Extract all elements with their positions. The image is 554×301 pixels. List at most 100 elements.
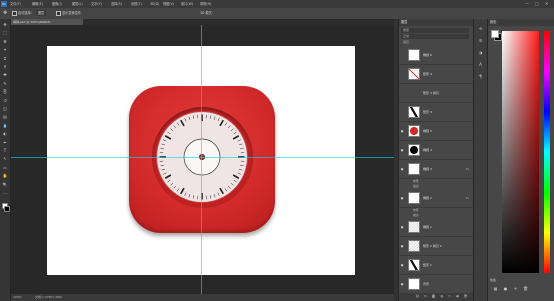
color-picker-field[interactable] [502,31,539,273]
new-layer-icon[interactable]: ▣ [455,294,460,299]
mask-icon[interactable]: ◙ [431,294,436,299]
properties-icon[interactable]: ☰ [477,37,484,44]
eyedropper-icon[interactable]: ⚲ [2,64,8,70]
eye-icon[interactable] [400,110,404,114]
layer-row[interactable]: 椭圆 6 [399,46,473,65]
eye-icon[interactable] [400,72,404,76]
eye-icon[interactable]: ● [400,167,404,171]
adjust-icon[interactable]: ◑ [439,294,444,299]
layer-name[interactable]: 矩形 1 [423,263,432,267]
layer-name[interactable]: 矩形 2 拷贝 2 [423,244,442,248]
layer-row[interactable]: 矩形 3 [399,103,473,122]
eye-icon[interactable]: ● [400,148,404,152]
circle-icon[interactable]: ● [502,285,509,292]
path-select-icon[interactable]: ↖ [2,156,8,162]
close-button[interactable]: ✕ [545,1,548,7]
layer-row[interactable]: ● 椭圆 3 fx [399,160,473,179]
layer-name[interactable]: 椭圆 2 [423,196,432,200]
more-icon[interactable]: … [2,190,8,196]
eye-icon[interactable]: ● [400,129,404,133]
magic-wand-icon[interactable]: ✦ [2,47,8,53]
crop-icon[interactable]: ⌗ [2,56,8,62]
gradient-icon[interactable]: ▤ [2,114,8,120]
menu-view[interactable]: 视图(V) [163,1,174,7]
menu-window[interactable]: 窗口(W) [181,1,193,7]
layer-name[interactable]: 矩形 3 [423,110,432,114]
layer-name[interactable]: 椭圆 6 [423,53,432,57]
guide-vertical[interactable] [201,25,202,294]
maximize-button[interactable]: □ [535,1,539,7]
eye-icon[interactable]: ● [400,244,404,248]
layer-name[interactable]: 矩形 3 拷贝 [423,91,439,95]
menu-filter[interactable]: 滤镜(T) [131,1,142,7]
eye-icon[interactable]: ● [400,225,404,229]
foreground-color-swatch[interactable] [491,30,499,38]
folder-icon[interactable]: ▭ [447,294,452,299]
shape-icon[interactable]: ▭ [2,165,8,171]
layer-fx-icon[interactable]: fx [466,167,469,171]
auto-select-dropdown[interactable]: 图层 [36,10,47,16]
layer-name[interactable]: 椭圆 3 [423,167,432,171]
layer-name[interactable]: 椭圆 4 [423,148,432,152]
eye-icon[interactable] [400,53,404,57]
layer-fx-icon[interactable]: fx [466,196,469,200]
healing-icon[interactable]: ✚ [2,72,8,78]
layer-row[interactable]: 矩形 3 拷贝 [399,84,473,103]
eye-icon[interactable]: ● [400,196,404,200]
hand-icon[interactable]: ✋ [2,173,8,179]
dodge-icon[interactable]: ◐ [2,131,8,137]
minimize-button[interactable]: — [525,1,529,7]
history-brush-icon[interactable]: ↺ [2,98,8,104]
show-transform-checkbox[interactable]: 显示变换控件 [56,10,81,16]
brush-icon[interactable]: ✎ [2,81,8,87]
trash-icon[interactable]: 🗑 [463,294,468,299]
marquee-icon[interactable]: ⬚ [2,30,8,36]
layer-row[interactable]: ● 椭圆 2 fx [399,189,473,208]
layers-panel-title[interactable]: 图层 [399,19,473,26]
stamp-icon[interactable]: ⎘ [2,89,8,95]
eye-icon[interactable] [400,91,404,95]
type-icon[interactable]: T [2,148,8,154]
link-icon[interactable]: ⛓ [415,294,420,299]
menu-3d[interactable]: 3D(D) [150,1,159,7]
menu-type[interactable]: 文字(Y) [91,1,102,7]
swatches-label[interactable]: 色板 [490,277,496,283]
menu-select[interactable]: 选择(S) [111,1,122,7]
blur-icon[interactable]: 💧 [2,123,8,129]
hue-slider[interactable] [544,31,550,273]
move-icon[interactable]: ✥ [3,10,7,16]
menu-help[interactable]: 帮助(H) [200,1,211,7]
eraser-icon[interactable]: ◫ [2,106,8,112]
layer-row[interactable]: ● 背景 [399,275,473,294]
menu-file[interactable]: 文件(F) [10,1,21,7]
guide-horizontal[interactable] [11,157,394,158]
grid-icon[interactable]: ▦ [492,285,499,292]
character-icon[interactable]: A [477,61,484,68]
document-size[interactable]: 文档:1.37M/1.49M [35,294,62,301]
eye-icon[interactable]: ● [400,263,404,267]
menu-edit[interactable]: 编辑(E) [32,1,43,7]
menu-image[interactable]: 图像(I) [52,1,62,7]
layer-row[interactable]: ● 椭圆 5 [399,122,473,141]
fx-icon[interactable]: fx [423,294,428,299]
adjustments-icon[interactable]: ◑ [477,49,484,56]
lasso-icon[interactable]: ᘐ [2,39,8,45]
paragraph-icon[interactable]: ¶ [477,73,484,80]
blend-mode-dropdown[interactable]: 正常 [401,34,469,39]
layer-row[interactable]: ● 矩形 2 拷贝 2 [399,237,473,256]
layer-name[interactable]: 椭圆 5 [423,129,432,133]
layer-name[interactable]: 矩形 4 [423,72,432,76]
history-icon[interactable]: ⟲ [477,25,484,32]
eye-icon[interactable]: ● [400,282,404,286]
trash-icon[interactable]: 🗑 [522,285,529,292]
layer-name[interactable]: 椭圆 1 [423,225,432,229]
layer-row[interactable]: ● 椭圆 1 [399,218,473,237]
toolbar-background-color[interactable] [4,206,10,212]
zoom-level[interactable]: 100% [13,294,22,301]
move-icon[interactable]: ✥ [2,22,8,28]
plus-icon[interactable]: + [512,285,519,292]
menu-layer[interactable]: 图层(L) [72,1,83,7]
layer-row[interactable]: 矩形 4 [399,65,473,84]
color-panel-title[interactable]: 颜色 [488,19,554,26]
layer-row[interactable]: ● 矩形 1 [399,256,473,275]
